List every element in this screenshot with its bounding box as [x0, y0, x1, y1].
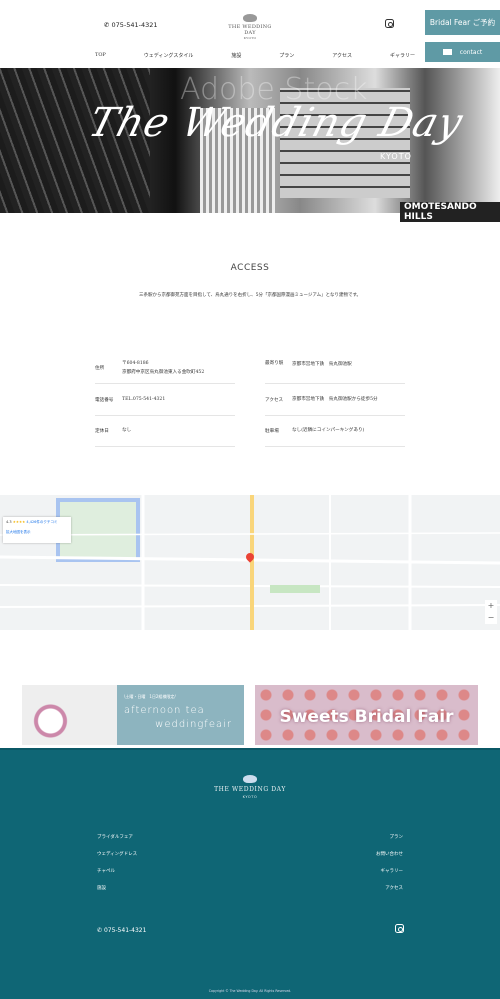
info-value[interactable]: TEL.075-541-4321 — [122, 395, 165, 404]
logo-mark-icon — [243, 775, 257, 783]
copyright: Copyright © The Wedding Day. All Rights … — [208, 989, 292, 993]
address: 京都府中京区烏丸御池東入る金吹町452 — [122, 369, 205, 375]
afternoon-tea-fair-banner[interactable]: \土曜・日曜 1日2組様限定/ afternoon tea weddingfea… — [22, 685, 244, 745]
info-label: 定休日 — [95, 428, 109, 434]
contact-button[interactable]: contact — [425, 42, 500, 62]
nav-plan[interactable]: プラン — [279, 52, 294, 59]
footer-link-chapel[interactable]: チャペル — [97, 868, 115, 874]
site-logo[interactable]: THE WEDDING DAY KYOTO — [222, 14, 278, 40]
info-label: 最寄り駅 — [265, 361, 284, 366]
star-icon: ★★★★ — [12, 520, 26, 524]
zoom-out-button[interactable]: − — [485, 612, 497, 624]
postal-code: 〒604-8186 — [122, 360, 149, 366]
bridal-fair-reserve-button[interactable]: Bridal Fear ご予約 — [425, 10, 500, 35]
contact-label: contact — [459, 48, 483, 56]
footer-instagram-icon[interactable] — [395, 924, 404, 933]
logo-sub: KYOTO — [243, 36, 257, 40]
footer-link-access[interactable]: アクセス — [385, 885, 403, 891]
footer-link-facility[interactable]: 施設 — [97, 885, 106, 891]
main-nav: TOP ウェディングスタイル 施設 プラン アクセス ギャラリー — [95, 52, 415, 59]
info-label: 駐車場 — [265, 428, 279, 434]
footer-link-dress[interactable]: ウェディングドレス — [97, 851, 137, 857]
nav-gallery[interactable]: ギャラリー — [390, 52, 415, 59]
map-reviews-link[interactable]: 4,426件のクチコミ — [26, 520, 57, 524]
footer-logo-text: THE WEDDING DAY — [214, 786, 286, 793]
map-rating: 4.3 — [6, 520, 12, 524]
info-value: なし — [122, 428, 132, 433]
tea-photo — [22, 685, 117, 745]
banner-line1: afternoon tea — [124, 705, 205, 716]
info-row-holiday: 定休日 なし — [95, 415, 235, 447]
nav-wedding-style[interactable]: ウェディングスタイル — [144, 52, 194, 59]
banner-line2: weddingfeair — [155, 719, 232, 730]
banner-title: Sweets Bridal Fair — [279, 707, 454, 727]
info-row-station: 最寄り駅 京都市営地下鉄 烏丸御池駅 — [265, 352, 405, 384]
footer-link-plan[interactable]: プラン — [390, 834, 404, 840]
banner-tag: \土曜・日曜 1日2組様限定/ — [124, 694, 176, 699]
footer-phone[interactable]: ✆ 075-541-4321 — [97, 927, 146, 934]
nav-top[interactable]: TOP — [95, 52, 106, 59]
envelope-icon — [442, 49, 452, 55]
footer-logo-sub: KYOTO — [242, 795, 258, 799]
map-zoom-controls: + − — [485, 600, 497, 624]
info-value: なし(近隣にコインパーキングあり) — [292, 428, 365, 433]
hero-sign: OMOTESANDO HILLS — [400, 202, 500, 222]
site-header: ✆ 075-541-4321 THE WEDDING DAY KYOTO Brid… — [0, 0, 500, 68]
footer-link-contact[interactable]: お問い合わせ — [376, 851, 403, 857]
footer-phone-number: 075-541-4321 — [103, 927, 147, 934]
info-value: 京都市営地下鉄 烏丸御池駅 — [292, 362, 352, 367]
info-row-address: 住所 〒604-8186 京都府中京区烏丸御池東入る金吹町452 — [95, 352, 235, 384]
header-phone[interactable]: ✆ 075-541-4321 — [104, 21, 158, 29]
info-value: 京都市営地下鉄 烏丸御池駅から徒歩5分 — [292, 397, 378, 402]
info-row-access: アクセス 京都市営地下鉄 烏丸御池駅から徒歩5分 — [265, 384, 405, 416]
info-label: 電話番号 — [95, 397, 114, 403]
zoom-in-button[interactable]: + — [485, 600, 497, 612]
info-label: アクセス — [265, 397, 284, 403]
enlarge-map-link[interactable]: 拡大地図を表示 — [6, 530, 68, 535]
logo-mark-icon — [243, 14, 257, 22]
footer-link-bridal-fair[interactable]: ブライダルフェア — [97, 834, 133, 840]
phone-number: 075-541-4321 — [111, 21, 158, 29]
logo-text: THE WEDDING DAY — [228, 24, 272, 36]
access-title: ACCESS — [230, 263, 270, 273]
info-value: 〒604-8186 京都府中京区烏丸御池東入る金吹町452 — [122, 359, 204, 377]
nav-facility[interactable]: 施設 — [231, 52, 241, 59]
map-info-card: 4.3 ★★★★ 4,426件のクチコミ拡大地図を表示 — [3, 517, 71, 543]
footer-link-gallery[interactable]: ギャラリー — [381, 868, 404, 874]
access-intro: 三条駅から京都御苑方面を目指して、烏丸通りを右折し、5分「京都国際漫画ミュージア… — [138, 293, 361, 298]
footer-logo[interactable]: THE WEDDING DAY KYOTO — [180, 775, 320, 799]
hero-subtitle: KYOTO — [380, 152, 412, 161]
instagram-icon[interactable] — [385, 19, 394, 28]
hero-title: The Wedding Day — [83, 100, 469, 146]
nav-access[interactable]: アクセス — [332, 52, 352, 59]
sweets-bridal-fair-banner[interactable]: Sweets Bridal Fair — [255, 685, 478, 745]
info-row-phone: 電話番号 TEL.075-541-4321 — [95, 384, 235, 416]
info-label: 住所 — [95, 365, 105, 371]
info-row-parking: 駐車場 なし(近隣にコインパーキングあり) — [265, 415, 405, 447]
